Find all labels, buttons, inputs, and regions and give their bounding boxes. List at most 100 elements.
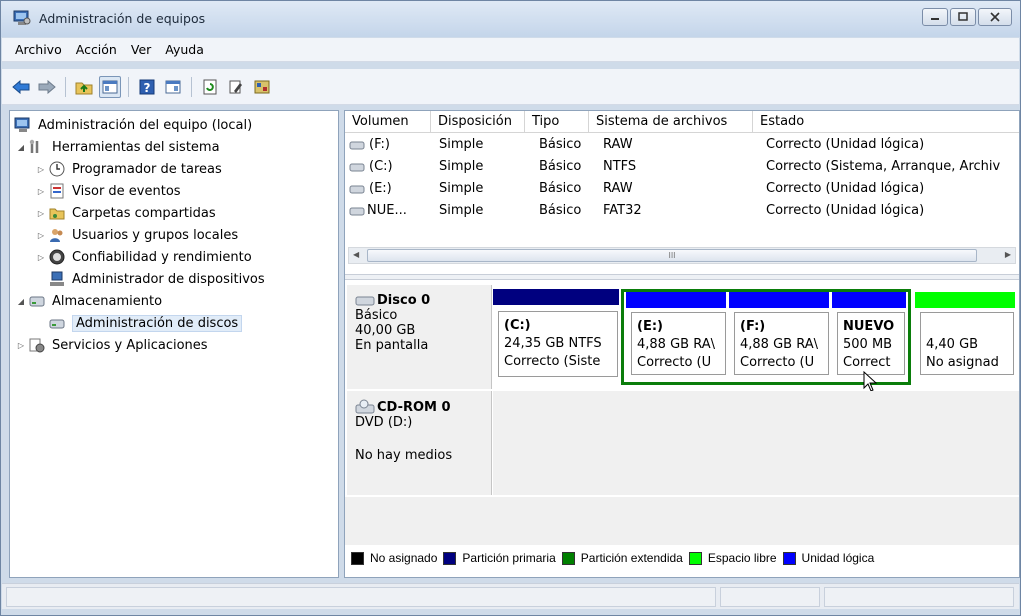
legend-label: Partición extendida: [580, 551, 683, 565]
partition-f[interactable]: (F:) 4,88 GB RA\ Correcto (U: [729, 292, 832, 382]
partition-status: No asignad: [926, 355, 999, 370]
legend-swatch: [351, 551, 364, 565]
partition-size: 24,35 GB NTFS: [504, 336, 602, 351]
volume-type: Básico: [539, 203, 582, 218]
menu-bar: Archivo Acción Ver Ayuda: [2, 38, 1019, 62]
maximize-icon: [958, 12, 968, 21]
expand-arrow-icon[interactable]: ▷: [34, 253, 48, 262]
tree-item-disk-management[interactable]: Administración de discos: [48, 313, 243, 333]
properties-icon[interactable]: [225, 76, 247, 98]
svg-text:?: ?: [144, 81, 151, 95]
partition-c[interactable]: (C:) 24,35 GB NTFS Correcto (Siste: [493, 289, 621, 385]
storage-icon: [28, 293, 46, 309]
forward-icon[interactable]: [36, 76, 58, 98]
legend-swatch: [688, 551, 702, 565]
partition-name: (F:): [740, 319, 766, 334]
help-icon[interactable]: ?: [136, 76, 158, 98]
cdrom-0-area: [493, 391, 1019, 495]
show-hide-tree-icon[interactable]: [99, 75, 121, 98]
minimize-button[interactable]: [922, 8, 948, 26]
partition-status: Correcto (U: [637, 355, 712, 370]
collapse-arrow-icon[interactable]: ◢: [14, 143, 28, 152]
disk-status: En pantalla: [355, 338, 429, 353]
column-header-volumen[interactable]: Volumen: [345, 111, 431, 133]
volume-filesystem: RAW: [603, 137, 633, 152]
tree-item-task-scheduler[interactable]: ▷ Programador de tareas: [34, 159, 222, 179]
tree-item-local-users[interactable]: ▷ Usuarios y grupos locales: [34, 225, 238, 245]
event-viewer-icon: [48, 183, 66, 199]
maximize-button[interactable]: [950, 8, 976, 26]
volume-name: (F:): [369, 137, 390, 152]
volume-name: NUE...: [367, 203, 407, 218]
pane-splitter[interactable]: [345, 274, 1019, 280]
partition-size: 4,40 GB: [926, 337, 979, 352]
partition-free-space[interactable]: 4,40 GB No asignad: [915, 292, 1017, 382]
table-row[interactable]: NUE... Simple Básico FAT32 Correcto (Uni…: [345, 200, 1019, 222]
legend-swatch: [443, 551, 457, 565]
partition-size: 500 MB: [843, 337, 893, 352]
tree-label: Servicios y Aplicaciones: [52, 337, 208, 353]
tree-item-root[interactable]: Administración del equipo (local): [14, 115, 252, 135]
table-row[interactable]: (F:) Simple Básico RAW Correcto (Unidad …: [345, 134, 1019, 156]
status-cell: [824, 587, 1014, 607]
tree-item-shared-folders[interactable]: ▷ Carpetas compartidas: [34, 203, 216, 223]
cdrom-0-info[interactable]: CD-ROM 0 DVD (D:) No hay medios: [347, 391, 492, 495]
column-header-estado[interactable]: Estado: [753, 111, 1019, 133]
disk-0-partitions: (C:) 24,35 GB NTFS Correcto (Siste (E:) …: [493, 289, 1019, 392]
toolbar-separator: [65, 76, 66, 97]
column-header-disposicion[interactable]: Disposición: [431, 111, 525, 133]
back-icon[interactable]: [10, 76, 32, 98]
tree-item-services[interactable]: ▷ Servicios y Aplicaciones: [14, 335, 208, 355]
tree-label: Administración de discos: [72, 314, 243, 332]
tree-item-event-viewer[interactable]: ▷ Visor de eventos: [34, 181, 181, 201]
expand-arrow-icon[interactable]: ▷: [34, 231, 48, 240]
scroll-right-icon[interactable]: ▶: [1005, 250, 1011, 259]
expand-arrow-icon[interactable]: ▷: [34, 187, 48, 196]
help-topics-icon[interactable]: [251, 76, 273, 98]
table-row[interactable]: (E:) Simple Básico RAW Correcto (Unidad …: [345, 178, 1019, 200]
menu-ver[interactable]: Ver: [124, 42, 158, 57]
menu-ayuda[interactable]: Ayuda: [158, 42, 211, 57]
expand-arrow-icon[interactable]: ▷: [34, 165, 48, 174]
toolbar-separator: [128, 76, 129, 97]
status-bar: [2, 583, 1019, 609]
horizontal-scrollbar[interactable]: ◀ III ▶: [348, 247, 1016, 264]
menu-accion[interactable]: Acción: [69, 42, 124, 57]
collapse-arrow-icon[interactable]: ◢: [14, 297, 28, 306]
tree-label: Carpetas compartidas: [72, 205, 216, 221]
expand-arrow-icon[interactable]: ▷: [34, 209, 48, 218]
partition-color-bar: [493, 289, 619, 305]
partition-nuevo[interactable]: NUEVO 500 MB Correct: [832, 292, 908, 382]
users-icon: [48, 227, 66, 243]
disk-management-icon: [48, 315, 66, 331]
table-row[interactable]: (C:) Simple Básico NTFS Correcto (Sistem…: [345, 156, 1019, 178]
partition-name: NUEVO: [843, 319, 895, 334]
column-header-sistema[interactable]: Sistema de archivos: [589, 111, 753, 133]
toolbar-separator: [191, 76, 192, 97]
volume-layout: Simple: [439, 181, 484, 196]
volume-icon: [349, 185, 365, 193]
refresh-icon[interactable]: [199, 76, 221, 98]
show-hide-action-pane-icon[interactable]: [162, 76, 184, 98]
scroll-left-icon[interactable]: ◀: [353, 250, 359, 259]
close-button[interactable]: [978, 8, 1012, 26]
disk-name: Disco 0: [377, 293, 431, 308]
tree-item-reliability[interactable]: ▷ Confiabilidad y rendimiento: [34, 247, 252, 267]
expand-arrow-icon[interactable]: ▷: [14, 341, 28, 350]
tree-item-storage[interactable]: ◢ Almacenamiento: [14, 291, 162, 311]
partition-e[interactable]: (E:) 4,88 GB RA\ Correcto (U: [626, 292, 729, 382]
scrollbar-thumb[interactable]: III: [367, 249, 977, 262]
tree-item-device-manager[interactable]: Administrador de dispositivos: [48, 269, 265, 289]
legend-swatch: [782, 551, 796, 565]
cdrom-drive: DVD (D:): [355, 415, 413, 430]
menu-archivo[interactable]: Archivo: [8, 42, 69, 57]
volume-status: Correcto (Unidad lógica): [766, 203, 925, 218]
title-bar[interactable]: Administración de equipos: [1, 1, 1020, 37]
disk-0-info[interactable]: Disco 0 Básico 40,00 GB En pantalla: [347, 285, 492, 389]
volume-layout: Simple: [439, 203, 484, 218]
column-header-tipo[interactable]: Tipo: [525, 111, 589, 133]
volume-icon: [349, 141, 365, 149]
tree-item-system-tools[interactable]: ◢ Herramientas del sistema: [14, 137, 220, 157]
up-folder-icon[interactable]: [73, 76, 95, 98]
volume-filesystem: RAW: [603, 181, 633, 196]
